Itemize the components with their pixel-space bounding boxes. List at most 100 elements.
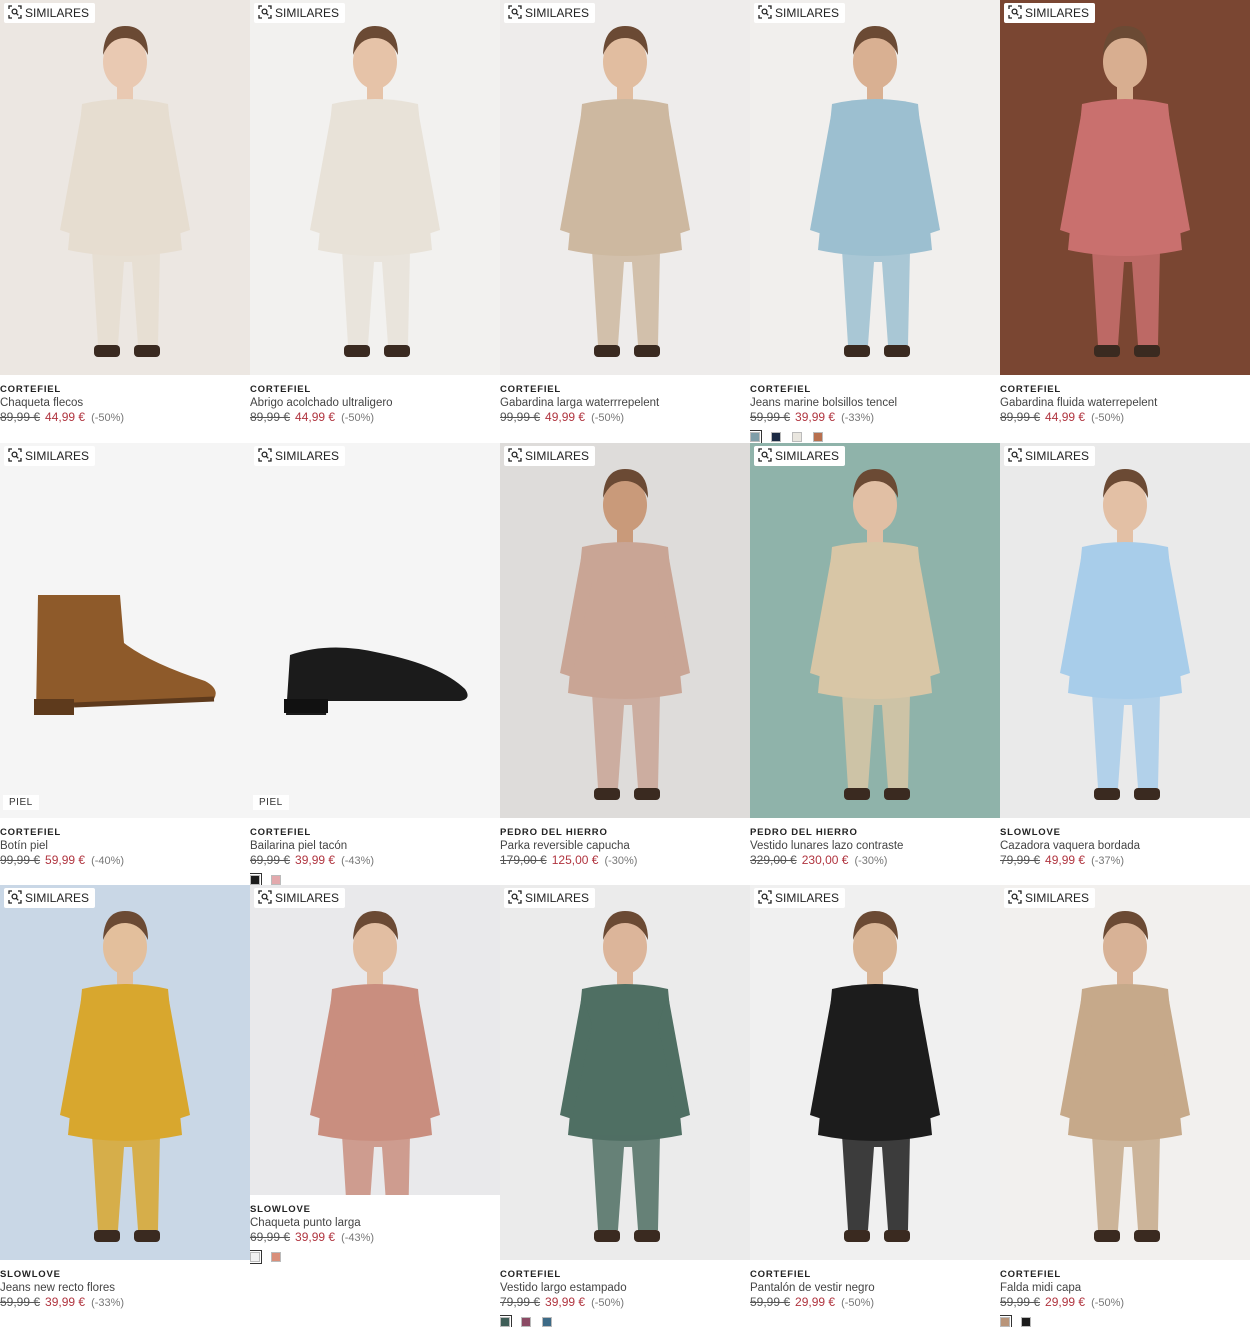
- product-name[interactable]: Vestido lunares lazo contraste: [750, 839, 1000, 853]
- product-brand: SLOWLOVE: [0, 1269, 61, 1280]
- similar-button[interactable]: SIMILARES: [754, 446, 846, 466]
- product-prices: 89,99 € 44,99 € (-50%): [1000, 410, 1250, 426]
- product-name[interactable]: Botín piel: [0, 839, 250, 853]
- similar-button[interactable]: SIMILARES: [754, 888, 846, 908]
- similar-button[interactable]: SIMILARES: [4, 3, 96, 23]
- product-card[interactable]: SIMILARES SLOWLOVE Chaqueta punto larga 69,…: [250, 885, 500, 1327]
- product-name[interactable]: Abrigo acolchado ultraligero: [250, 396, 500, 410]
- original-price: 99,99 €: [0, 853, 41, 867]
- product-brand: SLOWLOVE: [250, 1204, 311, 1215]
- product-name[interactable]: Vestido largo estampado: [500, 1281, 750, 1295]
- similar-label: SIMILARES: [775, 449, 840, 463]
- product-card[interactable]: SIMILARES CORTEFIEL Chaqueta flecos 89,99 €…: [0, 0, 250, 443]
- product-card[interactable]: SIMILARES CORTEFIEL Falda midi capa 59,99 €…: [1000, 885, 1250, 1327]
- color-swatch[interactable]: [521, 1317, 531, 1327]
- product-photo[interactable]: SIMILARES: [1000, 443, 1250, 818]
- product-brand: CORTEFIEL: [0, 827, 62, 838]
- product-photo[interactable]: SIMILARES: [500, 885, 750, 1260]
- product-name[interactable]: Chaqueta flecos: [0, 396, 250, 410]
- product-photo[interactable]: SIMILARES: [750, 0, 1000, 375]
- similar-button[interactable]: SIMILARES: [1004, 888, 1096, 908]
- product-photo[interactable]: SIMILARES: [0, 0, 250, 375]
- similar-button[interactable]: SIMILARES: [4, 446, 96, 466]
- product-card[interactable]: SIMILARES SLOWLOVE Cazadora vaquera bordad…: [1000, 443, 1250, 886]
- product-card[interactable]: SIMILARES CORTEFIEL Vestido largo estampad…: [500, 885, 750, 1327]
- similar-button[interactable]: SIMILARES: [504, 888, 596, 908]
- visual-search-icon: [8, 889, 22, 907]
- product-name[interactable]: Parka reversible capucha: [500, 839, 750, 853]
- color-swatch[interactable]: [271, 875, 281, 885]
- product-card[interactable]: SIMILARES CORTEFIEL Gabardina fluida water…: [1000, 0, 1250, 443]
- similar-button[interactable]: SIMILARES: [254, 3, 346, 23]
- color-swatch[interactable]: [813, 432, 823, 442]
- product-name[interactable]: Falda midi capa: [1000, 1281, 1250, 1295]
- sale-price: 59,99 €: [45, 853, 86, 867]
- product-name[interactable]: Gabardina larga waterrrepelent: [500, 396, 750, 410]
- product-card[interactable]: SIMILARES PEDRO DEL HIERRO Vestido lunares…: [750, 443, 1000, 886]
- similar-label: SIMILARES: [775, 6, 840, 20]
- product-name[interactable]: Bailarina piel tacón: [250, 839, 500, 853]
- similar-button[interactable]: SIMILARES: [4, 888, 96, 908]
- similar-button[interactable]: SIMILARES: [254, 446, 346, 466]
- similar-button[interactable]: SIMILARES: [254, 888, 346, 908]
- product-photo[interactable]: SIMILARES PIEL: [0, 443, 250, 818]
- color-swatch[interactable]: [500, 1315, 512, 1327]
- color-swatch[interactable]: [1000, 1315, 1012, 1327]
- original-price: 59,99 €: [750, 1295, 791, 1309]
- original-price: 79,99 €: [1000, 853, 1041, 867]
- product-name[interactable]: Jeans marine bolsillos tencel: [750, 396, 1000, 410]
- similar-button[interactable]: SIMILARES: [504, 3, 596, 23]
- color-swatch[interactable]: [250, 1250, 262, 1264]
- product-photo[interactable]: SIMILARES: [1000, 885, 1250, 1260]
- product-card[interactable]: SIMILARES PIEL CORTEFIEL Bailarina piel tac…: [250, 443, 500, 886]
- visual-search-icon: [1008, 889, 1022, 907]
- similar-button[interactable]: SIMILARES: [1004, 446, 1096, 466]
- visual-search-icon: [758, 447, 772, 465]
- color-swatch[interactable]: [250, 873, 262, 886]
- color-swatches: [250, 1250, 500, 1264]
- discount-badge: (-50%): [591, 412, 625, 424]
- product-info: SLOWLOVE Chaqueta punto larga 69,99 € 39,99…: [250, 1203, 500, 1264]
- product-photo[interactable]: SIMILARES: [1000, 0, 1250, 375]
- similar-button[interactable]: SIMILARES: [754, 3, 846, 23]
- product-brand: SLOWLOVE: [1000, 827, 1061, 838]
- color-swatch[interactable]: [792, 432, 802, 442]
- product-card[interactable]: SIMILARES PEDRO DEL HIERRO Parka reversibl…: [500, 443, 750, 886]
- color-swatch[interactable]: [271, 1252, 281, 1262]
- product-info: CORTEFIEL Vestido largo estampado 79,99 € 3…: [500, 1268, 750, 1327]
- product-photo[interactable]: SIMILARES: [500, 443, 750, 818]
- similar-button[interactable]: SIMILARES: [1004, 3, 1096, 23]
- product-brand: CORTEFIEL: [750, 384, 812, 395]
- product-name[interactable]: Chaqueta punto larga: [250, 1216, 500, 1230]
- product-photo[interactable]: SIMILARES PIEL: [250, 443, 500, 818]
- product-photo[interactable]: SIMILARES: [0, 885, 250, 1260]
- color-swatch[interactable]: [771, 432, 781, 442]
- product-card[interactable]: SIMILARES CORTEFIEL Pantalón de vestir neg…: [750, 885, 1000, 1327]
- product-card[interactable]: SIMILARES CORTEFIEL Jeans marine bolsillos…: [750, 0, 1000, 443]
- color-swatch[interactable]: [750, 430, 762, 443]
- sale-price: 49,99 €: [545, 410, 586, 424]
- color-swatch[interactable]: [542, 1317, 552, 1327]
- discount-badge: (-50%): [591, 1297, 625, 1309]
- product-photo[interactable]: SIMILARES: [750, 885, 1000, 1260]
- similar-label: SIMILARES: [1025, 6, 1090, 20]
- product-card[interactable]: SIMILARES CORTEFIEL Gabardina larga waterr…: [500, 0, 750, 443]
- product-name[interactable]: Pantalón de vestir negro: [750, 1281, 1000, 1295]
- product-photo[interactable]: SIMILARES: [250, 885, 500, 1195]
- product-card[interactable]: SIMILARES PIEL CORTEFIEL Botín piel 99,99 € 5…: [0, 443, 250, 886]
- color-swatch[interactable]: [1021, 1317, 1031, 1327]
- similar-button[interactable]: SIMILARES: [504, 446, 596, 466]
- product-name[interactable]: Cazadora vaquera bordada: [1000, 839, 1250, 853]
- product-image: [560, 911, 690, 1242]
- sale-price: 230,00 €: [801, 853, 849, 867]
- product-image: [1060, 911, 1190, 1242]
- product-photo[interactable]: SIMILARES: [250, 0, 500, 375]
- product-name[interactable]: Gabardina fluida waterrepelent: [1000, 396, 1250, 410]
- product-photo[interactable]: SIMILARES: [750, 443, 1000, 818]
- similar-label: SIMILARES: [275, 449, 340, 463]
- product-image: [1060, 469, 1190, 800]
- product-name[interactable]: Jeans new recto flores: [0, 1281, 250, 1295]
- product-card[interactable]: SIMILARES CORTEFIEL Abrigo acolchado ultra…: [250, 0, 500, 443]
- product-card[interactable]: SIMILARES SLOWLOVE Jeans new recto flores 5…: [0, 885, 250, 1327]
- product-photo[interactable]: SIMILARES: [500, 0, 750, 375]
